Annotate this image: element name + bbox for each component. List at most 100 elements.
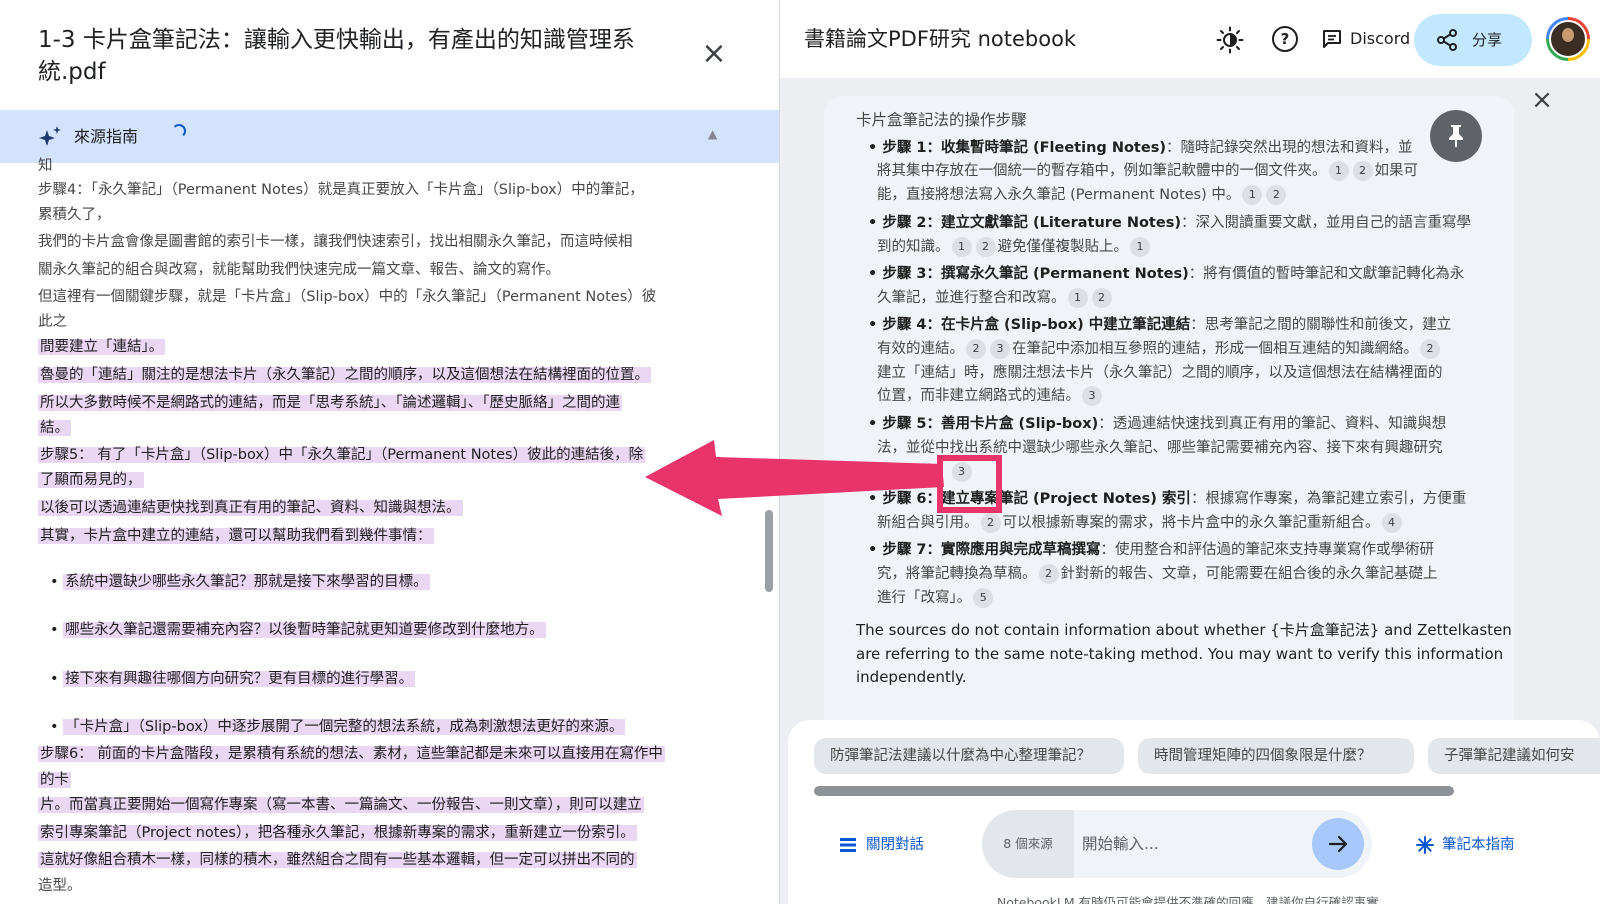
document-line: 知 [38,155,53,177]
citation-badge[interactable]: 4 [1381,513,1402,533]
pin-button[interactable] [1430,110,1482,162]
source-guide-label[interactable]: 來源指南 [74,124,138,150]
brightness-icon[interactable] [1216,26,1244,54]
notebook-title[interactable]: 書籍論文PDF研究 notebook [804,22,1076,56]
step-title: 步驟 7：實際應用與完成草稿撰寫 [882,542,1101,558]
bullet-icon: • [868,542,883,558]
note-card: 卡片盒筆記法的操作步驟 • 步驟 1：收集暫時筆記 (Fleeting Note… [824,96,1514,736]
bullet-icon: • [50,622,64,638]
help-icon[interactable]: ? [1272,26,1298,52]
source-count-badge[interactable]: 8 個來源 [982,810,1074,878]
bullet-icon: • [50,719,64,735]
citation-badge[interactable]: 2 [1038,564,1059,584]
document-line: • 「卡片盒」（Slip-box）中逐步展開了一個完整的想法系統，成為刺激想法更… [50,716,626,738]
step-title: 步驟 1：收集暫時筆記 (Fleeting Notes) [882,140,1166,156]
document-text-span: 此之 [38,314,67,330]
chat-input[interactable] [1082,830,1302,858]
document-line: 我們的卡片盒會像是圖書館的索引卡一樣，讓我們快速索引，找出相關永久筆記，而這時候… [38,231,633,253]
share-button[interactable]: 分享 [1414,14,1532,66]
highlighted-text: 結。 [38,420,71,436]
document-line: • 接下來有興趣往哪個方向研究？更有目標的進行學習。 [50,668,416,690]
citation-badge[interactable]: 2 [1352,161,1373,181]
citation-badge[interactable]: 1 [1242,185,1263,205]
step-text: 建立「連結」時，應關注想法卡片（永久筆記）之間的順序，以及這個想法在結構裡面的 [877,365,1443,381]
bullet-icon: • [868,317,883,333]
suggestion-chip[interactable]: 時間管理矩陣的四個象限是什麼？ [1138,738,1414,774]
document-line: • 哪些永久筆記還需要補充內容？以後暫時筆記就更知道要修改到什麼地方。 [50,619,546,641]
step-text: ：將有價值的暫時筆記和文獻筆記轉化為永 [1188,266,1465,282]
chat-panel: 防彈筆記法建議以什麼為中心整理筆記？ 時間管理矩陣的四個象限是什麼？ 子彈筆記建… [788,720,1600,904]
document-text-span: 步驟4：「永久筆記」（Permanent Notes）就是真正要放入「卡片盒」（… [38,182,644,198]
step-line: 新組合與引用。 2 可以根據新專案的需求，將卡片盒中的永久筆記重新組合。 4 [877,511,1404,535]
discord-link[interactable]: Discord [1350,26,1410,52]
suggestion-chip[interactable]: 防彈筆記法建議以什麼為中心整理筆記？ [814,738,1124,774]
citation-badge[interactable]: 3 [990,339,1010,359]
arrow-right-icon [1328,835,1348,853]
send-button[interactable] [1312,818,1364,870]
citation-badge[interactable]: 2 [1266,185,1287,205]
step-text: 到的知識。 [877,239,950,255]
step-text: 的方向等。 [877,464,950,480]
document-line: 步驟5： 有了「卡片盒」（Slip-box）中「永久筆記」（Permanent … [38,444,646,466]
step-line: • 步驟 2：建立文獻筆記 (Literature Notes)：深入閱讀重要文… [868,211,1471,235]
document-line: 這就好像組合積木一樣，同樣的積木，雖然組合之間有一些基本邏輯，但一定可以拼出不同… [38,849,637,871]
citation-badge[interactable]: 2 [975,237,996,257]
highlighted-text: 其實，卡片盒中建立的連結，還可以幫助我們看到幾件事情： [38,528,434,544]
close-chat-label: 關閉對話 [866,837,924,853]
citation-badge[interactable]: 2 [1091,288,1112,308]
bullet-icon: • [50,574,64,590]
citation-badge[interactable]: 5 [973,588,994,608]
disclaimer-text: NotebookLM 有時仍可能會提供不準確的回應，建議你自行確認事實。 [996,895,1392,904]
document-text-span: 造型。 [38,878,82,894]
bullet-icon: • [868,491,883,507]
bullet-icon: • [50,671,64,687]
step-line: 到的知識。 1 2 避免僅僅複製貼上。 1 [877,235,1152,259]
share-label: 分享 [1472,31,1503,49]
document-line: 魯曼的「連結」關注的是想法卡片（永久筆記）之間的順序，以及這個想法在結構裡面的位… [38,364,651,386]
document-line: 間要建立「連結」。 [38,336,166,358]
feedback-icon[interactable] [1322,29,1342,49]
suggestion-chip[interactable]: 子彈筆記建議如何安 [1428,738,1600,774]
citation-badge[interactable]: 1 [1130,237,1150,257]
highlighted-text: 步驟6： 前面的卡片盒階段，是累積有系統的想法、素材，這些筆記都是未來可以直接用… [38,746,665,762]
step-text: 進行「改寫」。 [877,590,972,606]
citation-badge[interactable]: 2 [966,339,986,359]
step-line: 建立「連結」時，應關注想法卡片（永久筆記）之間的順序，以及這個想法在結構裡面的 [877,361,1443,385]
chevron-up-icon[interactable]: ▲ [708,127,717,141]
horizontal-scrollbar[interactable] [814,786,1454,796]
avatar[interactable] [1546,17,1590,61]
citation-badge[interactable]: 2 [980,513,1001,533]
close-note-icon[interactable]: × [1530,87,1554,113]
step-text: 如果可 [1374,163,1419,179]
note-heading: 卡片盒筆記法的操作步驟 [856,111,1027,129]
highlighted-text: 片。而當真正要開始一個寫作專案（寫一本書、一篇論文、一份報告、一則文章），則可以… [38,797,644,813]
notebook-header: 書籍論文PDF研究 notebook ? Discord 分享 [780,0,1600,78]
citation-badge[interactable]: 1 [951,237,972,257]
step-line: 能，直接將想法寫入永久筆記 (Permanent Notes) 中。 1 2 [877,183,1288,207]
step-text: 能，直接將想法寫入永久筆記 (Permanent Notes) 中。 [877,187,1241,203]
document-text-span: 累積久了， [38,207,111,223]
step-text: ：思考筆記之間的關聯性和前後文，建立 [1190,317,1452,333]
document-title: 1-3 卡片盒筆記法：讓輸入更快輸出，有產出的知識管理系 統.pdf [38,24,678,88]
document-line: 的卡 [38,769,71,791]
citation-badge[interactable]: 3 [1082,386,1102,406]
step-line: 法，並從中找出系統中還缺少哪些永久筆記、哪些筆記需要補充內容、接下來有興趣研究 [877,436,1443,460]
scrollbar[interactable] [765,510,773,592]
bullet-icon: • [868,416,883,432]
document-line: 但這裡有一個關鍵步驟，就是「卡片盒」（Slip-box）中的「永久筆記」（Per… [38,286,656,308]
notebook-guide-label: 筆記本指南 [1442,837,1515,853]
document-line: 索引專案筆記（Project notes），把各種永久筆記，根據新專案的需求，重… [38,822,637,844]
step-title: 步驟 2：建立文獻筆記 (Literature Notes) [882,215,1181,231]
citation-badge[interactable]: 1 [1328,161,1349,181]
citation-badge[interactable]: 2 [1420,339,1440,359]
close-icon[interactable]: × [700,39,728,69]
bullet-icon: • [868,140,883,156]
citation-badge[interactable]: 3 [951,462,972,482]
note-footer-text: independently. [856,668,967,686]
highlighted-text: 哪些永久筆記還需要補充內容？以後暫時筆記就更知道要修改到什麼地方。 [63,622,546,638]
pin-icon [1449,125,1463,147]
step-title: 步驟 5：善用卡片盒 (Slip-box) [882,416,1099,432]
citation-badge[interactable]: 1 [1067,288,1088,308]
document-line: 關永久筆記的組合與改寫，就能幫助我們快速完成一篇文章、報告、論文的寫作。 [38,259,560,281]
highlighted-text: 接下來有興趣往哪個方向研究？更有目標的進行學習。 [63,671,416,687]
